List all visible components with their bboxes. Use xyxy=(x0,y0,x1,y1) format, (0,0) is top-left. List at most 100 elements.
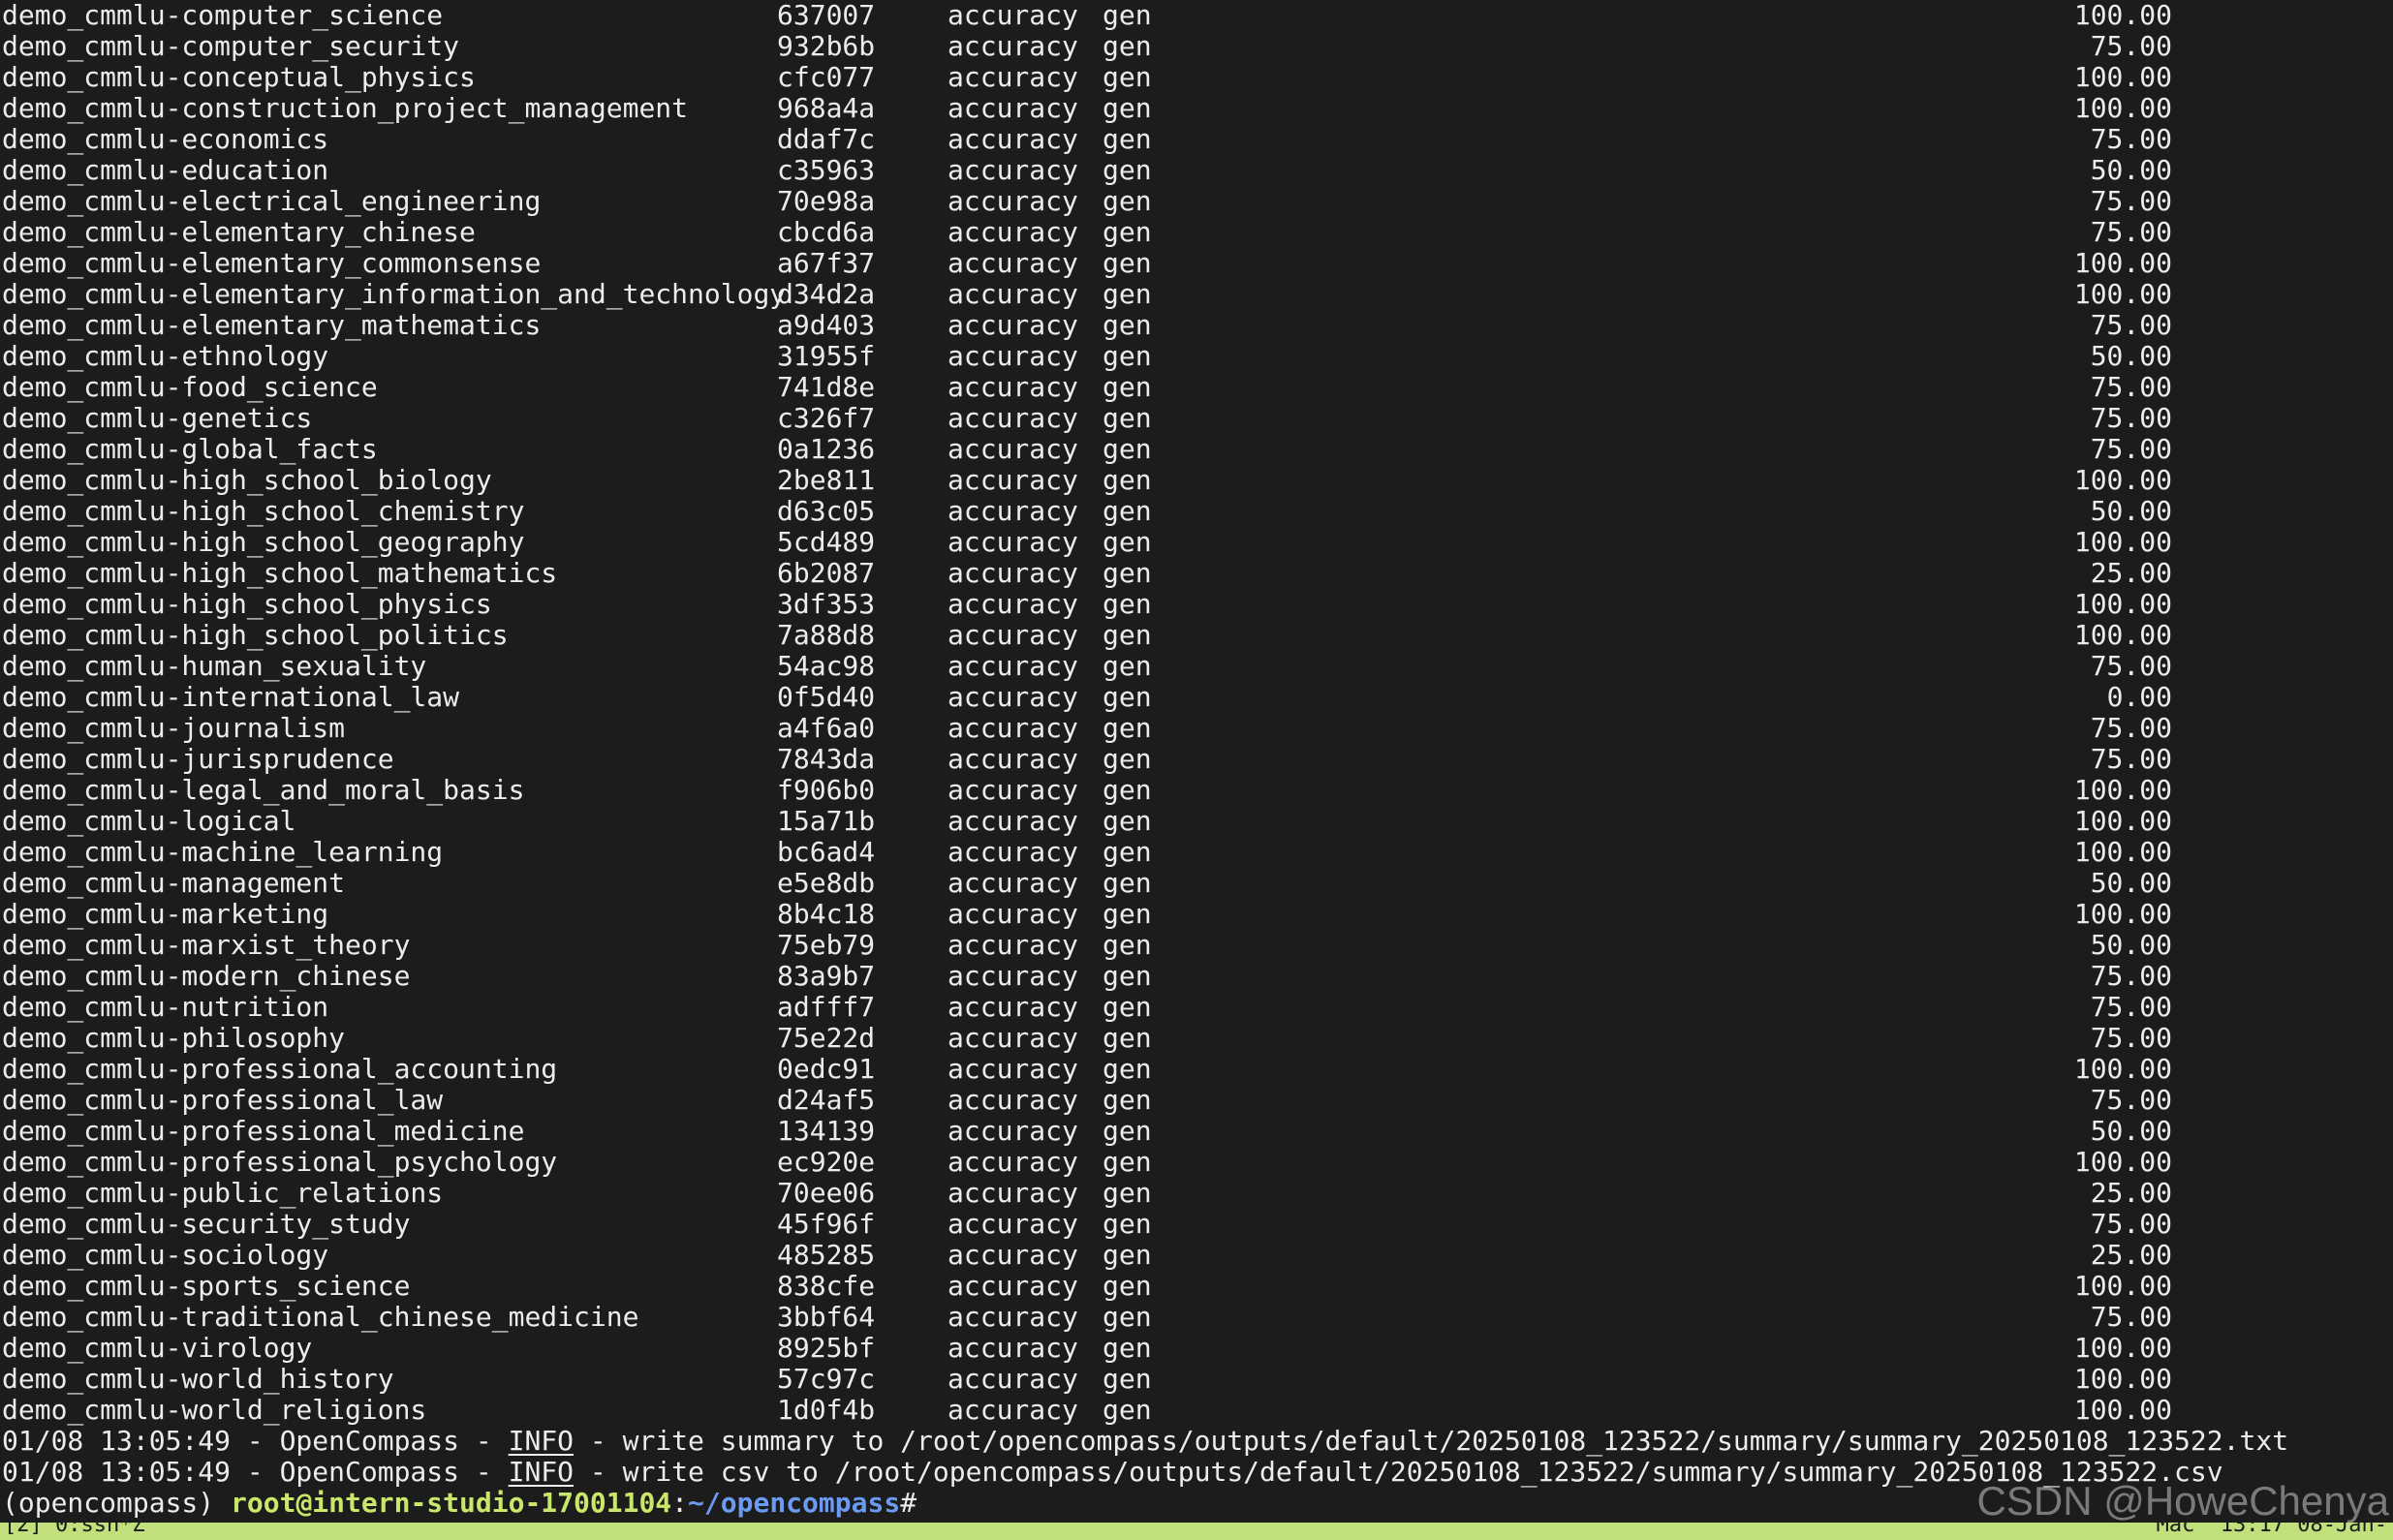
log-message: - write summary to /root/opencompass/out… xyxy=(574,1425,2289,1457)
mode-label: gen xyxy=(1103,1363,1152,1395)
metric-label: accuracy xyxy=(948,123,1078,155)
dataset-name: demo_cmmlu-computer_science xyxy=(2,0,444,31)
table-row: demo_cmmlu-high_school_mathematics 6b2087… xyxy=(0,558,2393,589)
mode-label: gen xyxy=(1103,650,1152,682)
table-row: demo_cmmlu-nutrition adfff7 accuracy gen 75.… xyxy=(0,992,2393,1023)
metric-label: accuracy xyxy=(948,1239,1078,1271)
dataset-version: 0a1236 xyxy=(777,433,876,465)
dataset-version: a67f37 xyxy=(777,247,876,279)
score-value: 75.00 xyxy=(2090,309,2172,341)
table-row: demo_cmmlu-elementary_chinese cbcd6a accur… xyxy=(0,217,2393,248)
score-value: 100.00 xyxy=(2073,1332,2172,1364)
metric-label: accuracy xyxy=(948,0,1078,31)
metric-label: accuracy xyxy=(948,867,1078,899)
score-value: 50.00 xyxy=(2090,867,2172,899)
score-value: 75.00 xyxy=(2090,1022,2172,1054)
metric-label: accuracy xyxy=(948,619,1078,651)
dataset-name: demo_cmmlu-sports_science xyxy=(2,1270,411,1302)
metric-label: accuracy xyxy=(948,1301,1078,1333)
score-value: 100.00 xyxy=(2073,1363,2172,1395)
score-value: 75.00 xyxy=(2090,371,2172,403)
table-row: demo_cmmlu-security_study 45f96f accuracy g… xyxy=(0,1209,2393,1240)
dataset-name: demo_cmmlu-genetics xyxy=(2,402,313,434)
mode-label: gen xyxy=(1103,743,1152,775)
score-value: 75.00 xyxy=(2090,30,2172,62)
mode-label: gen xyxy=(1103,526,1152,558)
mode-label: gen xyxy=(1103,588,1152,620)
score-value: 100.00 xyxy=(2073,61,2172,93)
score-value: 25.00 xyxy=(2090,1239,2172,1271)
score-value: 75.00 xyxy=(2090,650,2172,682)
metric-label: accuracy xyxy=(948,1177,1078,1209)
dataset-version: 70e98a xyxy=(777,185,876,217)
metric-label: accuracy xyxy=(948,1084,1078,1116)
terminal-window[interactable]: demo_cmmlu-computer_science 637007 accurac… xyxy=(0,0,2393,1523)
table-row: demo_cmmlu-high_school_physics 3df353 accu… xyxy=(0,589,2393,620)
dataset-version: 15a71b xyxy=(777,805,876,837)
table-row: demo_cmmlu-sports_science 838cfe accuracy g… xyxy=(0,1271,2393,1302)
dataset-name: demo_cmmlu-nutrition xyxy=(2,991,329,1023)
score-value: 75.00 xyxy=(2090,991,2172,1023)
table-row: demo_cmmlu-conceptual_physics cfc077 accur… xyxy=(0,62,2393,93)
dataset-name: demo_cmmlu-traditional_chinese_medicine xyxy=(2,1301,639,1333)
table-row: demo_cmmlu-genetics c326f7 accuracy gen 75.0… xyxy=(0,403,2393,434)
log-prefix: 01/08 13:05:49 - OpenCompass - xyxy=(2,1456,509,1488)
mode-label: gen xyxy=(1103,1053,1152,1085)
dataset-version: 0f5d40 xyxy=(777,681,876,713)
mode-label: gen xyxy=(1103,433,1152,465)
status-window-list[interactable]: [2] 0:ssh*Z xyxy=(4,1523,145,1536)
dataset-name: demo_cmmlu-professional_law xyxy=(2,1084,444,1116)
score-value: 100.00 xyxy=(2073,1146,2172,1178)
dataset-name: demo_cmmlu-marketing xyxy=(2,898,329,930)
score-value: 0.00 xyxy=(2106,681,2172,713)
score-value: 100.00 xyxy=(2073,278,2172,310)
score-value: 100.00 xyxy=(2073,774,2172,806)
dataset-name: demo_cmmlu-professional_medicine xyxy=(2,1115,525,1147)
mode-label: gen xyxy=(1103,30,1152,62)
metric-label: accuracy xyxy=(948,1363,1078,1395)
dataset-name: demo_cmmlu-philosophy xyxy=(2,1022,346,1054)
metric-label: accuracy xyxy=(948,402,1078,434)
metric-label: accuracy xyxy=(948,1332,1078,1364)
dataset-name: demo_cmmlu-food_science xyxy=(2,371,378,403)
mode-label: gen xyxy=(1103,898,1152,930)
dataset-name: demo_cmmlu-virology xyxy=(2,1332,313,1364)
metric-label: accuracy xyxy=(948,464,1078,496)
score-value: 75.00 xyxy=(2090,402,2172,434)
mode-label: gen xyxy=(1103,805,1152,837)
dataset-version: e5e8db xyxy=(777,867,876,899)
status-clock: "Mac" 13:17 08-Jan- xyxy=(2143,1523,2387,1537)
dataset-version: 8925bf xyxy=(777,1332,876,1364)
metric-label: accuracy xyxy=(948,1053,1078,1085)
mode-label: gen xyxy=(1103,1270,1152,1302)
score-value: 50.00 xyxy=(2090,929,2172,961)
dataset-name: demo_cmmlu-high_school_biology xyxy=(2,464,492,496)
metric-label: accuracy xyxy=(948,154,1078,186)
metric-label: accuracy xyxy=(948,650,1078,682)
table-row: demo_cmmlu-jurisprudence 7843da accuracy ge… xyxy=(0,744,2393,775)
results-table: demo_cmmlu-computer_science 637007 accurac… xyxy=(0,0,2393,1426)
score-value: 25.00 xyxy=(2090,557,2172,589)
mode-label: gen xyxy=(1103,619,1152,651)
table-row: demo_cmmlu-economics ddaf7c accuracy gen 75.… xyxy=(0,124,2393,155)
mode-label: gen xyxy=(1103,278,1152,310)
table-row: demo_cmmlu-marxist_theory 75eb79 accuracy g… xyxy=(0,930,2393,961)
score-value: 75.00 xyxy=(2090,712,2172,744)
dataset-name: demo_cmmlu-high_school_politics xyxy=(2,619,509,651)
table-row: demo_cmmlu-professional_psychology ec920e… xyxy=(0,1147,2393,1178)
metric-label: accuracy xyxy=(948,712,1078,744)
dataset-version: 83a9b7 xyxy=(777,960,876,992)
mode-label: gen xyxy=(1103,92,1152,124)
dataset-name: demo_cmmlu-ethnology xyxy=(2,340,329,372)
metric-label: accuracy xyxy=(948,898,1078,930)
score-value: 100.00 xyxy=(2073,247,2172,279)
score-value: 75.00 xyxy=(2090,216,2172,248)
dataset-version: 3bbf64 xyxy=(777,1301,876,1333)
score-value: 75.00 xyxy=(2090,1208,2172,1240)
mode-label: gen xyxy=(1103,247,1152,279)
mode-label: gen xyxy=(1103,1394,1152,1426)
table-row: demo_cmmlu-global_facts 0a1236 accuracy gen… xyxy=(0,434,2393,465)
mode-label: gen xyxy=(1103,154,1152,186)
dataset-name: demo_cmmlu-legal_and_moral_basis xyxy=(2,774,525,806)
metric-label: accuracy xyxy=(948,526,1078,558)
